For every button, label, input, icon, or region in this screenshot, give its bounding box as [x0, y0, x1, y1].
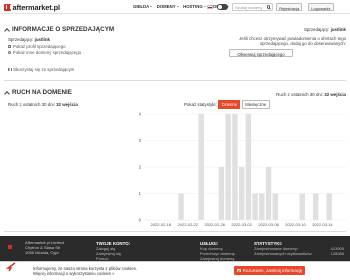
traffic-title: RUCH NA DOMENIE: [12, 89, 72, 96]
chart-bar: [178, 193, 184, 220]
profile-icon: [8, 44, 12, 49]
x-tick-label: 2022-03-02: [231, 222, 252, 227]
chart-bar: [245, 114, 252, 220]
chevron-up-icon: [4, 27, 10, 34]
cookie-accept-button[interactable]: Rozumiem, zamknij informację: [234, 266, 306, 275]
check-icon: [237, 268, 241, 273]
search-input[interactable]: Szukaj domeny: [232, 3, 273, 11]
nav-label: GIEŁDA: [133, 4, 150, 9]
nav-domeny[interactable]: DOMENY: [157, 4, 179, 9]
stat-row: Zarejestrowanych użytkowników: 128086: [254, 250, 344, 257]
login-button[interactable]: Logowanie: [308, 3, 334, 11]
chart-bar: [232, 114, 238, 220]
stats-icon: [8, 67, 12, 72]
stats-label: Pokaż statystyki:: [184, 102, 217, 108]
y-tick-label: 1: [139, 191, 142, 196]
cookie-arrow-icon: [6, 262, 16, 272]
top-bar: aftermarket.pl GIEŁDA DOMENY HOSTING POM…: [0, 0, 350, 14]
chevron-down-icon: [150, 6, 153, 7]
x-tick-label: 2022-02-26: [204, 222, 225, 227]
footer-services-list: Kup domenę Przechwyć domenę Zarejestruj …: [200, 246, 235, 261]
chart-bar: [218, 167, 225, 220]
register-button[interactable]: Rejestracja: [276, 3, 303, 11]
summary-label: Ruch z ostatnich 30 dni:: [276, 92, 324, 97]
company-logo-icon: [8, 245, 12, 249]
summary-value: 32 wejścia: [324, 92, 346, 97]
search-icon: [8, 50, 12, 55]
chart-bar: [272, 193, 278, 220]
seller-profile-link[interactable]: Pokaż profil sprzedającego: [8, 44, 66, 49]
search-icon[interactable]: [266, 5, 270, 9]
link-label: Pokaż inne domeny sprzedającego: [12, 50, 82, 55]
x-tick-label: 2022-03-14: [312, 222, 333, 227]
seller-name[interactable]: justlink: [331, 27, 346, 32]
x-tick-label: 2022-02-22: [178, 222, 199, 227]
chart-bar: [238, 167, 245, 220]
section-divider: [4, 80, 346, 81]
chart-bar: [299, 193, 305, 220]
theme-toggle[interactable]: [217, 3, 228, 10]
chart-bar: [198, 114, 204, 220]
seller-contact-link[interactable]: Skorzystaj się ze sprzedającym: [8, 67, 74, 72]
cookie-button-label: Rozumiem, zamknij informację: [242, 268, 303, 273]
nav-label: DOMENY: [156, 4, 176, 9]
stat-label: Zarejestrowanych użytkowników:: [254, 250, 313, 256]
nav-hosting[interactable]: HOSTING: [183, 4, 206, 9]
chart-bar: [313, 193, 319, 220]
seller-domains-link[interactable]: Pokaż inne domeny sprzedającego: [8, 50, 81, 55]
summary-label: Ruch z ostatnich 30 dni:: [8, 102, 55, 107]
seller-label: Sprzedający:: [304, 27, 330, 32]
stat-value: 128086: [330, 250, 344, 256]
summary-value: 32 wejścia: [56, 102, 78, 107]
chart-bar: [326, 193, 332, 220]
chevron-down-icon: [176, 6, 179, 7]
chevron-up-icon: [4, 90, 10, 97]
traffic-summary-right: Ruch z ostatnich 30 dni: 32 wejścia: [276, 92, 346, 97]
link-label: Pokaż profil sprzedającego: [12, 44, 66, 49]
nav-gielda[interactable]: GIEŁDA: [133, 4, 153, 9]
seller-summary: Sprzedający: justlink: [304, 27, 346, 32]
cookie-bar: Informujemy, że nasza strona korzysta z …: [0, 261, 350, 280]
link-label: Skorzystaj się ze sprzedającym: [13, 67, 75, 72]
footer-stats-list: Zarejestrowane domeny: 413905 Zarejestro…: [254, 246, 344, 257]
main-nav: GIEŁDA DOMENY HOSTING POMOC: [133, 4, 230, 9]
seller-label: Sprzedający:: [8, 37, 34, 42]
traffic-heading[interactable]: RUCH NA DOMENIE: [4, 89, 72, 97]
traffic-summary-left: Ruch z ostatnich 30 dni: 32 wejścia: [8, 102, 78, 107]
chevron-down-icon: [203, 6, 206, 7]
observe-description: Jeśli chcesz otrzymywać powiadomienia o …: [239, 36, 346, 47]
company-line: 1055 Nicosia, Cypr: [25, 249, 59, 255]
company-address: Aftermarket.pl Limited Chytron & Stasa S…: [25, 240, 64, 255]
seller-info-heading[interactable]: INFORMACJE O SPRZEDAJĄCYM: [4, 26, 115, 34]
logo[interactable]: aftermarket.pl: [4, 2, 61, 12]
section-divider: [4, 231, 346, 232]
traffic-chart: 0 1 2 3 4 2022-02-18 2022-02-22 2022-02-26 2022-…: [139, 112, 346, 227]
seller-info-title: INFORMACJE O SPRZEDAJĄCYM: [12, 26, 115, 33]
logo-text: aftermarket.pl: [12, 2, 61, 12]
cookie-more-link[interactable]: Więcej informacji o wykorzystaniu cookie…: [33, 271, 137, 276]
logo-icon: [4, 3, 11, 11]
footer-account-list: Zaloguj się Zarejestruj się Pomoc: [96, 246, 121, 261]
y-tick-label: 4: [139, 112, 142, 117]
seller-line: Sprzedający: justlink: [8, 37, 50, 42]
x-tick-label: 2022-03-10: [285, 222, 306, 227]
chart-bar: [225, 114, 231, 220]
search-placeholder: Szukaj domeny: [235, 4, 263, 10]
seller-name[interactable]: justlink: [35, 37, 50, 42]
y-tick-label: 3: [139, 138, 142, 143]
nav-label: HOSTING: [183, 4, 203, 9]
chart-bar: [252, 193, 258, 220]
chart-bar: [265, 167, 272, 220]
polish-flag-icon[interactable]: [207, 4, 213, 9]
cookie-text: Informujemy, że nasza strona korzysta z …: [33, 266, 137, 276]
chart-bar: [259, 193, 265, 220]
observe-seller-button[interactable]: Obserwuj sprzedającego: [229, 49, 293, 57]
y-tick-label: 2: [139, 165, 142, 170]
y-tick-label: 0: [139, 218, 142, 223]
x-tick-label: 2022-03-06: [258, 222, 279, 227]
x-tick-label: 2022-02-18: [151, 222, 172, 227]
